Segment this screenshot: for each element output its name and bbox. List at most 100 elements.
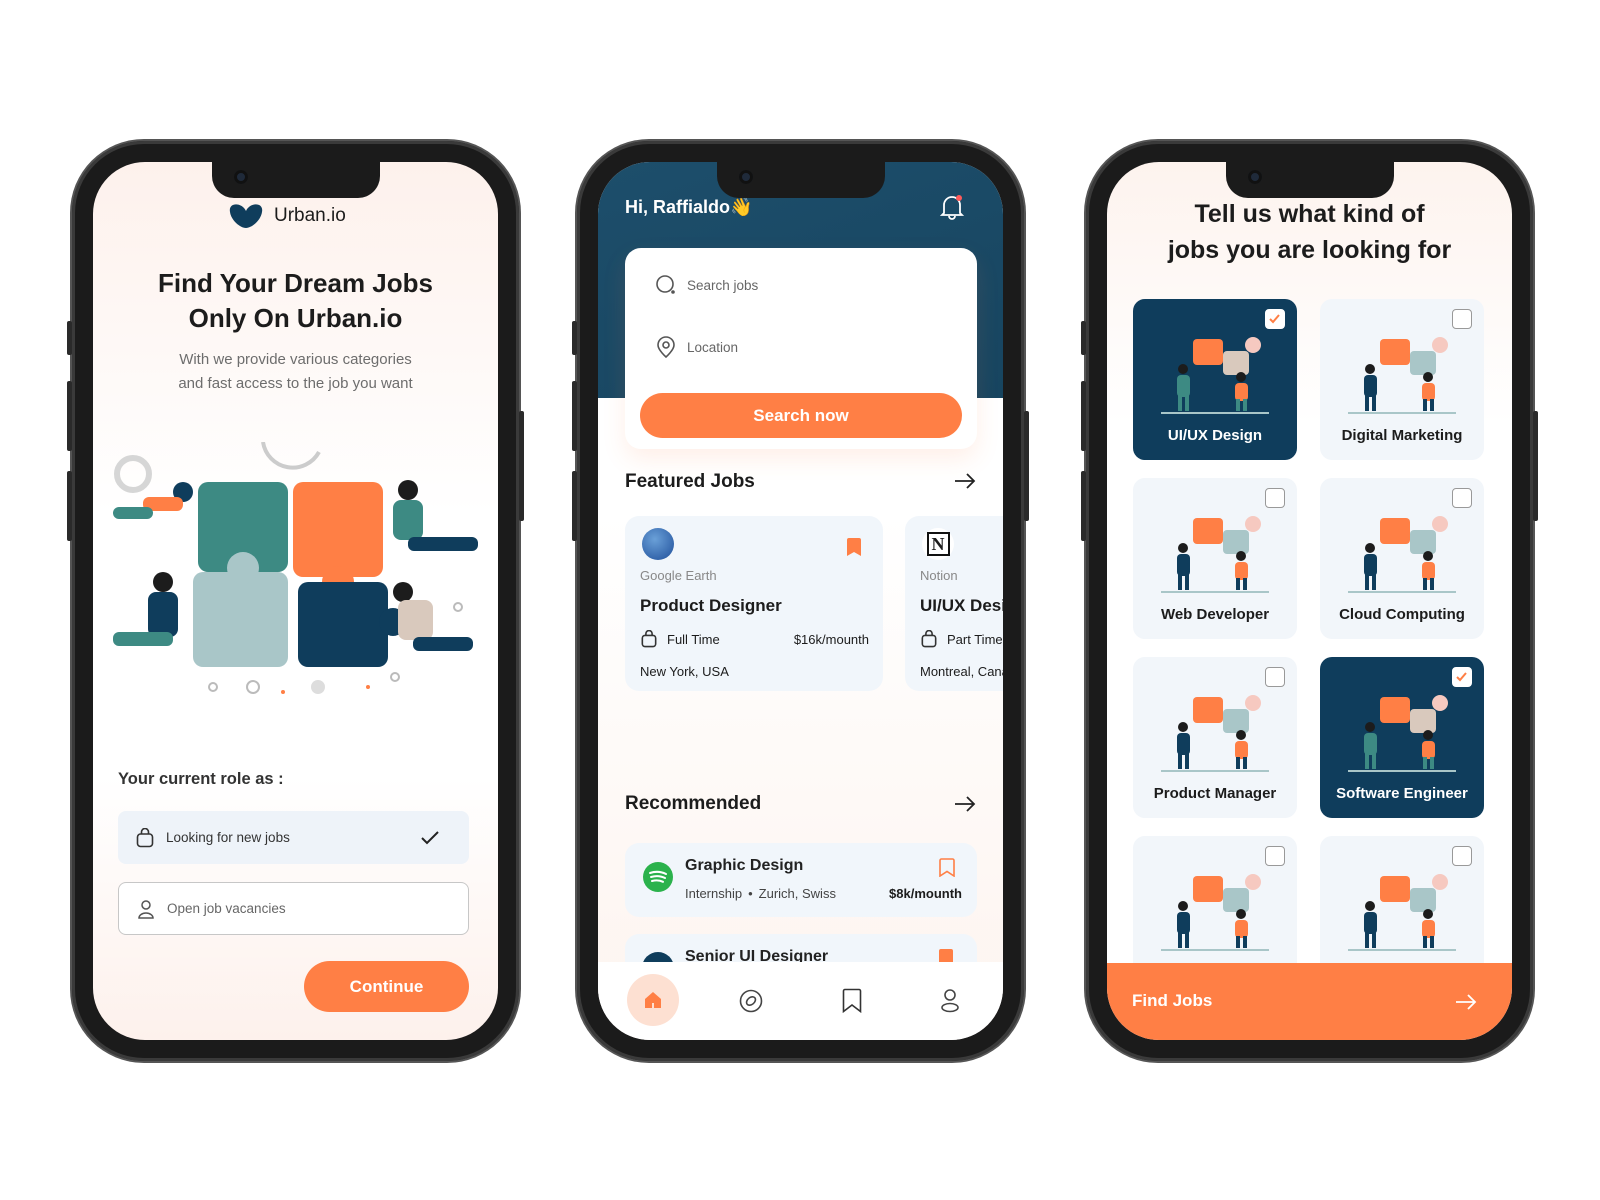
job-meta: Internship • Zurich, Swiss: [685, 886, 836, 901]
home-screen: Hi, Raffialdo👋 Search jobs Location Sear…: [598, 162, 1003, 1040]
find-jobs-button[interactable]: Find Jobs: [1107, 963, 1512, 1040]
category-tile[interactable]: Digital Marketing: [1320, 299, 1484, 460]
location-input[interactable]: Location: [655, 336, 955, 358]
job-type: Internship: [685, 886, 743, 901]
category-label: Software Engineer: [1336, 785, 1468, 802]
location-pin-icon: [657, 336, 675, 358]
category-illustration: [1161, 695, 1269, 772]
category-illustration: [1348, 337, 1456, 414]
bell-icon[interactable]: [940, 194, 964, 220]
option-label: Looking for new jobs: [166, 830, 290, 845]
title-line: jobs you are looking for: [1167, 236, 1452, 264]
category-illustration: [1161, 337, 1269, 414]
puzzle-illustration: [113, 442, 478, 694]
title-line: Tell us what kind of: [1194, 200, 1425, 228]
category-tile[interactable]: Web Developer: [1133, 478, 1297, 639]
job-salary: $8k/mounth: [889, 886, 962, 901]
phone-categories: Tell us what kind of jobs you are lookin…: [1081, 141, 1538, 1061]
job-type: Full Time: [667, 632, 720, 647]
brand-logo: Urban.io: [228, 202, 346, 230]
category-label: UI/UX Design: [1167, 427, 1263, 444]
nav-home[interactable]: [627, 974, 679, 1026]
category-label: Digital Marketing: [1341, 427, 1463, 444]
category-illustration: [1348, 695, 1456, 772]
title-line: Only On Urban.io: [188, 303, 403, 333]
category-tile[interactable]: Cloud Computing: [1320, 478, 1484, 639]
category-illustration: [1161, 516, 1269, 593]
search-now-button[interactable]: Search now: [640, 393, 962, 438]
featured-job-card[interactable]: N Notion UI/UX Designer Part Time Montre…: [905, 516, 1003, 691]
bookmark-outline-icon[interactable]: [939, 858, 955, 877]
category-tile[interactable]: UI/UX Design: [1133, 299, 1297, 460]
notion-logo: N: [922, 528, 954, 560]
check-icon: [1269, 314, 1280, 324]
category-tile[interactable]: Software Engineer: [1320, 657, 1484, 818]
phone-home: Hi, Raffialdo👋 Search jobs Location Sear…: [572, 141, 1029, 1061]
checkbox[interactable]: [1452, 846, 1472, 866]
job-title: Product Designer: [640, 596, 782, 615]
category-illustration: [1348, 516, 1456, 593]
category-tile[interactable]: Product Manager: [1133, 657, 1297, 818]
page-title: Find Your Dream Jobs Only On Urban.io: [93, 266, 498, 336]
checkbox[interactable]: [1265, 846, 1285, 866]
onboarding-screen: Urban.io Find Your Dream Jobs Only On Ur…: [93, 162, 498, 1040]
saved-bookmark-icon[interactable]: [842, 988, 862, 1013]
check-icon: [1456, 672, 1467, 682]
bag-icon: [641, 630, 657, 648]
checkbox[interactable]: [1265, 309, 1285, 329]
featured-see-all-arrow-icon[interactable]: [954, 473, 976, 489]
subtitle-line: With we provide various categories: [179, 351, 412, 368]
search-placeholder: Search jobs: [687, 277, 759, 293]
spotify-logo: [643, 862, 673, 892]
job-salary: $16k/mounth: [793, 632, 869, 647]
explore-icon[interactable]: [739, 989, 763, 1013]
title-line: Find Your Dream Jobs: [158, 268, 433, 298]
phone-onboarding: Urban.io Find Your Dream Jobs Only On Ur…: [67, 141, 524, 1061]
brand-name: Urban.io: [274, 205, 346, 226]
job-title: Graphic Design: [685, 857, 804, 874]
role-label: Your current role as :: [118, 770, 284, 788]
bookmark-filled-icon[interactable]: [847, 538, 861, 556]
subtitle: With we provide various categories and f…: [93, 348, 498, 396]
bottom-nav: [598, 962, 1003, 1040]
search-input[interactable]: Search jobs: [655, 274, 955, 296]
location-placeholder: Location: [687, 339, 739, 355]
recommended-job-card[interactable]: Graphic Design Internship • Zurich, Swiss …: [625, 843, 977, 917]
recommended-title: Recommended: [625, 793, 762, 814]
checkbox[interactable]: [1265, 488, 1285, 508]
company-name: Notion: [920, 568, 958, 583]
check-icon: [421, 830, 439, 844]
recommended-see-all-arrow-icon[interactable]: [954, 796, 976, 812]
option-looking-for-jobs[interactable]: Looking for new jobs: [118, 811, 469, 864]
checkbox[interactable]: [1265, 667, 1285, 687]
search-icon: [656, 275, 675, 294]
job-location: Montreal, Canada: [920, 664, 1003, 679]
bag-icon: [921, 630, 937, 648]
heart-logo-icon: [229, 204, 263, 228]
checkbox[interactable]: [1452, 309, 1472, 329]
categories-title: Tell us what kind of jobs you are lookin…: [1107, 196, 1512, 268]
job-location: Zurich, Swiss: [758, 886, 836, 901]
job-location: New York, USA: [640, 664, 729, 679]
continue-button[interactable]: Continue: [304, 961, 469, 1012]
job-title: UI/UX Designer: [920, 596, 1003, 615]
option-label: Open job vacancies: [167, 901, 286, 916]
option-open-vacancies[interactable]: Open job vacancies: [118, 882, 469, 935]
category-label: Web Developer: [1160, 606, 1270, 623]
categories-screen: Tell us what kind of jobs you are lookin…: [1107, 162, 1512, 1040]
search-card: Search jobs Location Search now: [625, 248, 977, 449]
category-illustration: [1348, 874, 1456, 951]
company-name: Google Earth: [640, 568, 717, 583]
dot-separator: •: [748, 886, 753, 901]
featured-jobs-title: Featured Jobs: [625, 471, 755, 492]
featured-job-card[interactable]: Google Earth Product Designer Full Time …: [625, 516, 883, 691]
job-type: Part Time: [947, 632, 1003, 647]
checkbox[interactable]: [1452, 667, 1472, 687]
google-earth-logo: [642, 528, 674, 560]
profile-icon[interactable]: [940, 988, 960, 1013]
home-icon: [645, 992, 661, 1008]
find-jobs-label: Find Jobs: [1132, 991, 1213, 1010]
category-label: Product Manager: [1153, 785, 1277, 802]
user-icon: [138, 899, 154, 919]
checkbox[interactable]: [1452, 488, 1472, 508]
